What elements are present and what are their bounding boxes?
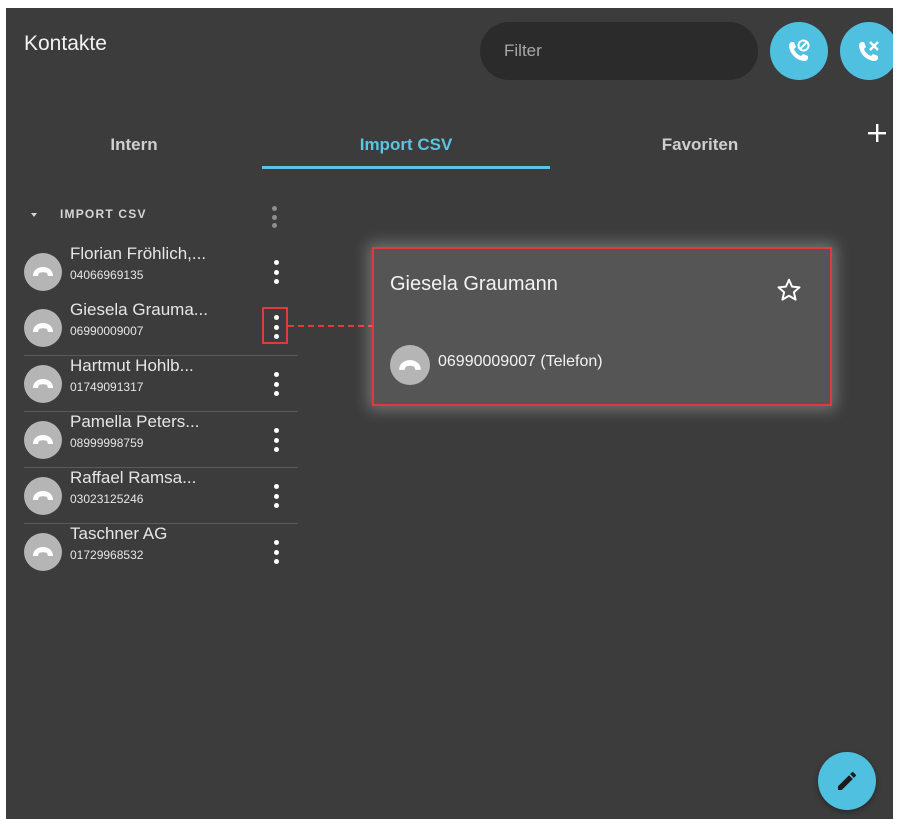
contact-name: Hartmut Hohlb... — [70, 356, 194, 375]
contact-row[interactable]: Pamella Peters... 08999998759 — [6, 412, 298, 468]
phone-avatar-icon — [24, 477, 62, 515]
pencil-icon — [838, 771, 857, 790]
phone-avatar-icon — [24, 253, 62, 291]
contact-name: Raffael Ramsa... — [70, 468, 197, 487]
active-tab-indicator — [262, 166, 550, 169]
contact-menu-icon[interactable] — [271, 372, 281, 396]
phone-avatar-icon[interactable] — [390, 345, 430, 385]
contact-number: 03023125246 — [70, 492, 144, 506]
group-label: IMPORT CSV — [60, 207, 147, 221]
plus-icon — [868, 124, 886, 142]
tab-intern[interactable]: Intern — [6, 120, 262, 170]
voicemail-button[interactable] — [770, 22, 828, 80]
tab-favoriten[interactable]: Favoriten — [550, 120, 850, 170]
contact-row[interactable]: Giesela Grauma... 06990009007 — [6, 300, 298, 356]
contact-detail-card: Giesela Graumann 06990009007 (Telefon) — [372, 247, 832, 406]
detail-phone-number[interactable]: 06990009007 (Telefon) — [438, 353, 603, 371]
contact-row[interactable]: Taschner AG 01729968532 — [6, 524, 298, 580]
contact-name: Giesela Grauma... — [70, 300, 208, 319]
contact-menu-icon[interactable] — [271, 260, 281, 284]
star-outline-icon[interactable] — [776, 277, 802, 303]
phone-avatar-icon — [24, 421, 62, 459]
filter-field[interactable] — [480, 22, 758, 80]
contact-menu-icon[interactable] — [271, 540, 281, 564]
contacts-app: Kontakte Intern Import CSV Favoriten IMP… — [6, 8, 893, 819]
collapse-caret-icon[interactable] — [31, 213, 37, 217]
add-tab-button[interactable] — [864, 116, 890, 150]
contact-row[interactable]: Raffael Ramsa... 03023125246 — [6, 468, 298, 524]
contact-menu-icon[interactable] — [271, 428, 281, 452]
contact-number: 08999998759 — [70, 436, 144, 450]
group-header-import-csv[interactable]: IMPORT CSV — [24, 204, 298, 228]
page-title: Kontakte — [24, 32, 107, 55]
missed-calls-button[interactable] — [840, 22, 893, 80]
contact-name: Florian Fröhlich,... — [70, 244, 207, 263]
contact-name: Taschner AG — [70, 524, 168, 543]
contact-number: 01749091317 — [70, 380, 144, 394]
detail-contact-name: Giesela Graumann — [390, 273, 558, 295]
phone-missed-icon — [859, 41, 879, 61]
edit-fab-button[interactable] — [818, 752, 876, 810]
contact-name: Pamella Peters... — [70, 412, 200, 431]
phone-avatar-icon — [24, 309, 62, 347]
tab-import-csv[interactable]: Import CSV — [262, 120, 550, 170]
contact-menu-icon[interactable] — [271, 484, 281, 508]
contact-number: 06990009007 — [70, 324, 144, 338]
group-menu-icon[interactable] — [269, 206, 279, 228]
phone-avatar-icon — [24, 365, 62, 403]
contact-row[interactable]: Florian Fröhlich,... 04066969135 — [6, 244, 298, 300]
callout-connector — [288, 325, 374, 327]
contact-row[interactable]: Hartmut Hohlb... 01749091317 — [6, 356, 298, 412]
phone-voicemail-icon — [789, 39, 810, 61]
contact-number: 04066969135 — [70, 268, 144, 282]
phone-avatar-icon — [24, 533, 62, 571]
filter-input[interactable] — [502, 40, 736, 62]
contact-number: 01729968532 — [70, 548, 144, 562]
selected-menu-highlight — [262, 307, 288, 344]
